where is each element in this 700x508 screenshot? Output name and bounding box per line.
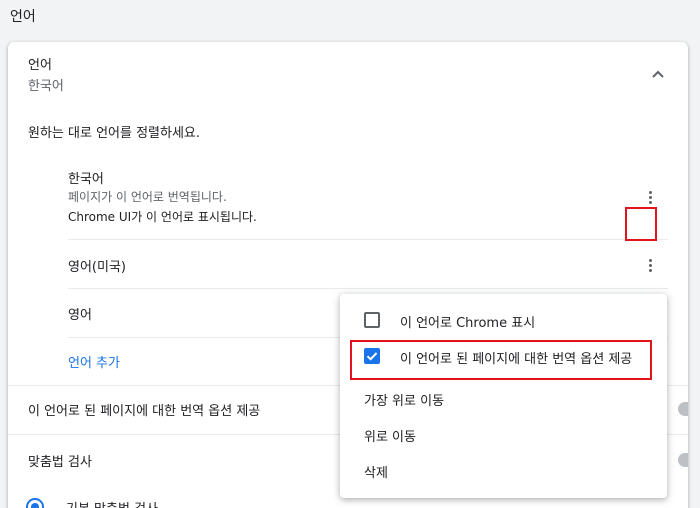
divider (68, 288, 668, 289)
current-language: 한국어 (28, 79, 64, 94)
language-item-english: 영어 (68, 308, 92, 323)
language-item-korean-name: 한국어 (68, 172, 104, 187)
page-heading: 언어 (10, 9, 36, 25)
more-options-icon[interactable] (636, 251, 664, 279)
checkbox-unchecked-icon[interactable] (364, 312, 380, 328)
menu-item-label: 이 언어로 Chrome 표시 (400, 316, 536, 331)
chevron-up-icon[interactable] (648, 64, 668, 84)
offer-translate-label: 이 언어로 된 페이지에 대한 번역 옵션 제공 (28, 404, 261, 419)
language-section-title: 언어 (28, 58, 52, 73)
language-item-korean-ui-note: Chrome UI가 이 언어로 표시됩니다. (68, 210, 257, 224)
divider (68, 239, 668, 240)
menu-item-label: 가장 위로 이동 (364, 394, 445, 409)
spellcheck-toggle[interactable] (678, 453, 688, 467)
add-language-link[interactable]: 언어 추가 (68, 352, 120, 371)
menu-item-label: 위로 이동 (364, 430, 416, 445)
menu-item-move-top[interactable]: 가장 위로 이동 (340, 380, 667, 416)
language-item-korean-translate-note: 페이지가 이 언어로 번역됩니다. (68, 190, 227, 204)
offer-translate-toggle[interactable] (678, 402, 688, 416)
menu-item-move-up[interactable]: 위로 이동 (340, 416, 667, 452)
menu-item-label: 삭제 (364, 466, 388, 481)
spellcheck-title: 맞춤법 검사 (28, 455, 92, 470)
language-order-instruction: 원하는 대로 언어를 정렬하세요. (28, 126, 201, 141)
menu-highlight-box (350, 340, 652, 380)
menu-item-remove[interactable]: 삭제 (340, 452, 667, 488)
language-context-menu: 이 언어로 Chrome 표시 이 언어로 된 페이지에 대한 번역 옵션 제공… (340, 294, 667, 498)
radio-selected-dot (31, 503, 39, 508)
language-item-english-us: 영어(미국) (68, 260, 126, 275)
kebab-highlight-box (625, 207, 657, 241)
basic-spellcheck-label: 기본 맞춤법 검사 (66, 498, 158, 508)
menu-item-display-chrome[interactable]: 이 언어로 Chrome 표시 (340, 302, 667, 338)
